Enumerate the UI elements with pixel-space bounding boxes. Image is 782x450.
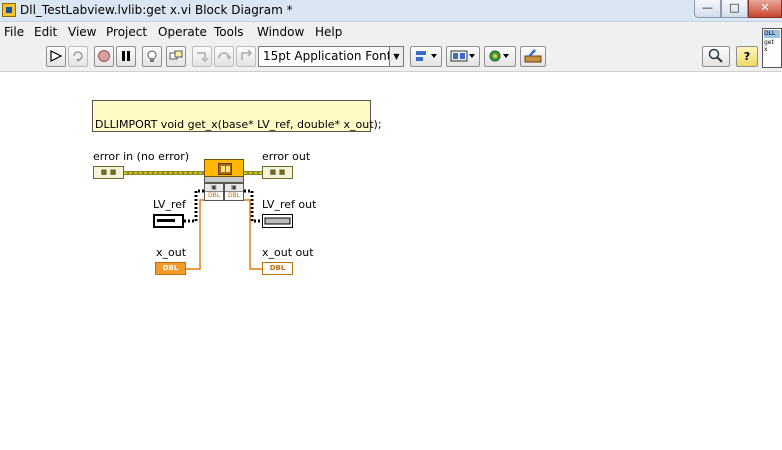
window-title: Dll_TestLabview.lvlib:get x.vi Block Dia… xyxy=(20,3,293,17)
run-continuously-button[interactable] xyxy=(68,46,88,67)
search-button[interactable] xyxy=(702,46,730,67)
menu-tools[interactable]: Tools xyxy=(214,25,244,39)
menu-file[interactable]: File xyxy=(4,25,24,39)
pause-button[interactable] xyxy=(116,46,136,67)
abort-icon xyxy=(98,50,110,62)
menu-project[interactable]: Project xyxy=(106,25,147,39)
vi-icon-band: DLL xyxy=(764,30,780,38)
param-type: DBL xyxy=(227,192,241,199)
x-out-terminal[interactable]: DBL xyxy=(155,262,186,275)
distribute-objects-button[interactable] xyxy=(446,46,480,67)
step-into-button[interactable] xyxy=(192,46,212,67)
clean-up-diagram-icon xyxy=(524,49,542,63)
step-over-button[interactable] xyxy=(214,46,234,67)
text-settings-dropdown[interactable]: 15pt Application Font ▼ xyxy=(258,46,404,67)
param-type: DBL xyxy=(207,192,221,199)
error-in-label[interactable]: error in (no error) xyxy=(93,150,189,163)
step-out-button[interactable] xyxy=(236,46,256,67)
ref-glyph-icon xyxy=(264,217,291,225)
maximize-button[interactable]: □ xyxy=(721,0,748,18)
chevron-down-icon: ▼ xyxy=(389,47,403,66)
free-label-comment[interactable]: DLLIMPORT void get_x(base* LV_ref, doubl… xyxy=(92,100,382,132)
x-out-label[interactable]: x_out xyxy=(156,246,186,259)
help-icon: ? xyxy=(743,50,751,63)
run-button[interactable] xyxy=(46,46,66,67)
align-objects-button[interactable] xyxy=(410,46,442,67)
toolbar: 15pt Application Font ▼ ? xyxy=(0,42,782,72)
menu-help[interactable]: Help xyxy=(315,25,342,39)
search-icon xyxy=(708,48,723,63)
highlight-execution-button[interactable] xyxy=(142,46,162,67)
vi-icon-line: x xyxy=(764,46,768,53)
distribute-objects-icon xyxy=(450,50,475,62)
step-over-icon xyxy=(218,52,232,60)
font-label: 15pt Application Font xyxy=(263,49,392,63)
error-out-label[interactable]: error out xyxy=(262,150,310,163)
align-objects-icon xyxy=(416,51,437,61)
lv-ref-out-label[interactable]: LV_ref out xyxy=(262,198,316,211)
vi-icon[interactable]: DLL get x xyxy=(762,28,782,68)
menu-operate[interactable]: Operate xyxy=(158,25,207,39)
menu-edit[interactable]: Edit xyxy=(34,25,57,39)
lv-ref-label[interactable]: LV_ref xyxy=(153,198,186,211)
lv-ref-terminal[interactable] xyxy=(153,214,184,228)
abort-button[interactable] xyxy=(94,46,114,67)
vi-icon-line: get xyxy=(764,39,774,46)
menu-view[interactable]: View xyxy=(68,25,96,39)
dll-building-icon xyxy=(218,163,232,175)
run-arrow-icon xyxy=(50,50,63,62)
param-x-glyph: ▣ xyxy=(225,184,243,192)
clfn-param-ref[interactable]: ▣ DBL xyxy=(204,183,224,201)
context-help-button[interactable]: ? xyxy=(736,46,758,67)
reorder-button[interactable] xyxy=(484,46,516,67)
retain-wire-values-icon xyxy=(169,50,183,60)
clean-up-diagram-button[interactable] xyxy=(520,46,546,67)
menu-bar: File Edit View Project Operate Tools Win… xyxy=(0,22,782,42)
error-in-terminal[interactable]: ■ ■ xyxy=(93,166,124,179)
step-out-icon xyxy=(241,49,253,60)
menu-window[interactable]: Window xyxy=(257,25,304,39)
run-continuously-icon xyxy=(73,51,83,62)
pause-icon xyxy=(122,51,130,61)
call-library-function-node[interactable]: ▣ DBL ▣ DBL xyxy=(204,159,244,201)
error-out-terminal[interactable]: ■ ■ xyxy=(262,166,293,179)
x-out-out-label[interactable]: x_out out xyxy=(262,246,314,259)
lightbulb-icon xyxy=(147,50,157,62)
x-out-out-terminal[interactable]: DBL xyxy=(262,262,293,275)
retain-wire-values-button[interactable] xyxy=(166,46,186,67)
clfn-param-x[interactable]: ▣ DBL xyxy=(224,183,244,201)
param-ref-glyph: ▣ xyxy=(205,184,223,192)
lv-ref-out-terminal[interactable] xyxy=(262,214,293,228)
title-bar[interactable]: Dll_TestLabview.lvlib:get x.vi Block Dia… xyxy=(0,0,782,22)
step-into-icon xyxy=(197,52,209,63)
clfn-header xyxy=(204,159,244,177)
reorder-icon xyxy=(489,50,509,62)
close-button[interactable]: ✕ xyxy=(748,0,782,18)
labview-app-icon xyxy=(2,3,16,17)
minimize-button[interactable]: — xyxy=(694,0,721,18)
